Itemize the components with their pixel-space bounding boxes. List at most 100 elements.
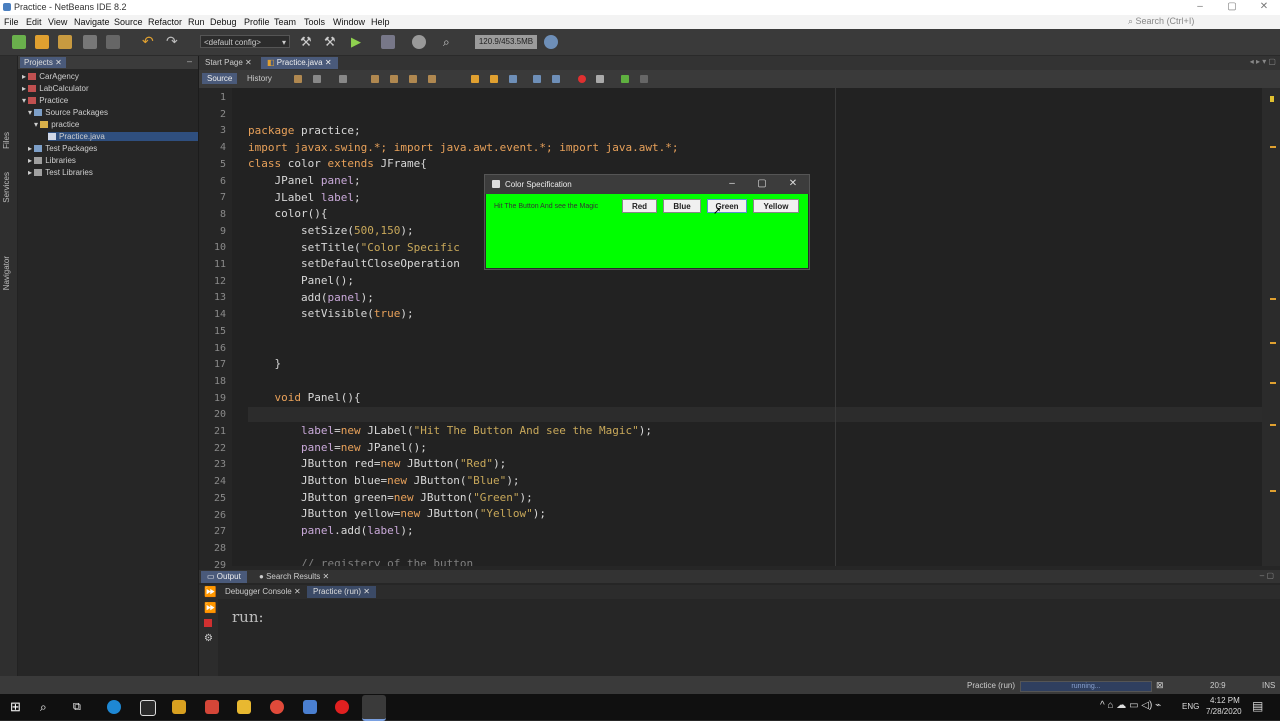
settings-icon[interactable]: ⚙ — [204, 633, 213, 644]
menu-window[interactable]: Window — [333, 17, 365, 27]
menu-profile[interactable]: Profile — [244, 17, 270, 27]
tab-projects[interactable]: Projects ✕ — [20, 57, 66, 68]
record-macro-icon[interactable] — [578, 75, 586, 83]
recorder-icon[interactable] — [335, 700, 349, 714]
clock-date[interactable]: 7/28/2020 — [1206, 707, 1242, 716]
undo-icon[interactable]: ↶ — [142, 34, 156, 48]
memory-indicator[interactable]: 120.9/453.5MB — [475, 35, 537, 49]
find-next-icon[interactable] — [409, 75, 417, 83]
close-icon[interactable]: ✕ — [55, 58, 62, 67]
editor-scrollbar[interactable] — [1262, 88, 1280, 566]
minimize-icon[interactable]: – — [725, 178, 739, 189]
tree-item-test-packages[interactable]: ▸ Test Packages — [28, 144, 97, 153]
tree-item-source-packages[interactable]: ▾ Source Packages — [28, 108, 108, 117]
new-project-icon[interactable] — [35, 35, 49, 49]
close-icon[interactable]: ✕ — [323, 572, 330, 581]
error-stripe-mark[interactable] — [1270, 490, 1276, 492]
tray-icons[interactable]: ^ ⌂ ☁ ▭ ◁) ⌁ — [1100, 700, 1161, 711]
next-bookmark-icon[interactable] — [490, 75, 498, 83]
java-app-icon[interactable] — [362, 695, 386, 721]
menu-source[interactable]: Source — [114, 17, 143, 27]
back-icon[interactable] — [313, 75, 321, 83]
close-icon[interactable]: ✕ — [1254, 1, 1274, 12]
red-button[interactable]: Red — [622, 199, 657, 213]
progress-bar[interactable]: running... — [1020, 681, 1152, 692]
task-view-icon[interactable]: ⧉ — [73, 700, 87, 714]
menu-debug[interactable]: Debug — [210, 17, 237, 27]
find-selection-icon[interactable] — [371, 75, 379, 83]
code-editor[interactable]: package practice; import javax.swing.*; … — [232, 88, 1262, 566]
tree-item-test-libraries[interactable]: ▸ Test Libraries — [28, 168, 93, 177]
new-file-icon[interactable] — [12, 35, 26, 49]
notepad-icon[interactable] — [140, 700, 156, 716]
maximize-icon[interactable]: ▢ — [755, 178, 769, 189]
debug-icon[interactable] — [381, 35, 395, 49]
run-icon[interactable]: ▶ — [351, 35, 365, 49]
rerun-icon[interactable]: ⏩ — [204, 587, 216, 598]
forward-icon[interactable] — [339, 75, 347, 83]
language-indicator[interactable]: ENG — [1182, 702, 1199, 711]
shift-right-icon[interactable] — [552, 75, 560, 83]
editor-tabs-menu-icon[interactable]: ◂ ▸ ▾ ▢ — [1250, 57, 1276, 66]
tab-history[interactable]: History — [242, 73, 277, 84]
tab-practice-run[interactable]: Practice (run) ✕ — [307, 586, 376, 598]
maximize-icon[interactable]: ▢ — [1222, 1, 1242, 12]
gc-icon[interactable] — [544, 35, 558, 49]
menu-tools[interactable]: Tools — [304, 17, 325, 27]
rerun-with-params-icon[interactable]: ⏩ — [204, 603, 216, 614]
close-project-icon[interactable] — [106, 35, 120, 49]
store-icon[interactable] — [172, 700, 186, 714]
build-icon[interactable]: ⚒ — [300, 35, 314, 49]
error-stripe-mark[interactable] — [1270, 342, 1276, 344]
tree-item-practice[interactable]: ▾ Practice — [22, 96, 68, 105]
open-project-icon[interactable] — [58, 35, 72, 49]
tree-item-package-practice[interactable]: ▾ practice — [34, 120, 79, 129]
toggle-bookmark-icon[interactable] — [471, 75, 479, 83]
shift-left-icon[interactable] — [533, 75, 541, 83]
last-edit-icon[interactable] — [294, 75, 302, 83]
close-icon[interactable]: ✕ — [245, 58, 252, 67]
side-tab-navigator[interactable]: Navigator — [2, 256, 11, 290]
windows-start-icon[interactable]: ⊞ — [10, 700, 24, 714]
close-icon[interactable]: ✕ — [363, 587, 370, 596]
chrome-icon[interactable] — [270, 700, 284, 714]
stop-icon[interactable] — [204, 619, 212, 627]
clean-build-icon[interactable]: ⚒ — [324, 35, 338, 49]
tree-item-caragency[interactable]: ▸ CarAgency — [22, 72, 79, 81]
stop-macro-icon[interactable] — [596, 75, 604, 83]
close-icon[interactable]: ✕ — [294, 587, 301, 596]
tree-item-libraries[interactable]: ▸ Libraries — [28, 156, 76, 165]
close-icon[interactable]: ✕ — [786, 178, 800, 189]
redo-icon[interactable]: ↷ — [166, 34, 180, 48]
error-stripe-mark[interactable] — [1270, 424, 1276, 426]
minimize-panel-icon[interactable]: – — [187, 56, 192, 66]
menu-navigate[interactable]: Navigate — [74, 17, 110, 27]
gmail-icon[interactable] — [205, 700, 219, 714]
minimize-icon[interactable]: – — [1190, 1, 1210, 12]
menu-view[interactable]: View — [48, 17, 67, 27]
clock-time[interactable]: 4:12 PM — [1210, 696, 1240, 705]
status-task[interactable]: Practice (run) — [967, 681, 1015, 690]
cancel-icon[interactable]: ⊠ — [1156, 680, 1164, 691]
find-previous-icon[interactable] — [390, 75, 398, 83]
tree-item-labcalculator[interactable]: ▸ LabCalculator — [22, 84, 89, 93]
yellow-button[interactable]: Yellow — [753, 199, 799, 213]
error-stripe-mark[interactable] — [1270, 146, 1276, 148]
zoom-icon[interactable]: ⌕ — [443, 35, 457, 49]
blue-button[interactable]: Blue — [663, 199, 701, 213]
tab-practice-java[interactable]: ◧ Practice.java ✕ — [261, 57, 338, 69]
menu-refactor[interactable]: Refactor — [148, 17, 182, 27]
comment-icon[interactable] — [621, 75, 629, 83]
profile-icon[interactable] — [412, 35, 426, 49]
close-icon[interactable]: ✕ — [325, 58, 332, 67]
output-console[interactable]: run: — [218, 600, 1280, 676]
toggle-highlight-icon[interactable] — [428, 75, 436, 83]
side-tab-files[interactable]: Files — [2, 132, 11, 149]
notifications-icon[interactable]: ▤ — [1252, 699, 1263, 713]
output-panel-menu-icon[interactable]: – ▢ — [1260, 571, 1274, 580]
search-icon[interactable]: ⌕ — [40, 700, 54, 714]
error-stripe-mark[interactable] — [1270, 382, 1276, 384]
menu-file[interactable]: File — [4, 17, 19, 27]
tab-start-page[interactable]: Start Page ✕ — [199, 57, 258, 69]
explorer-icon[interactable] — [237, 700, 251, 714]
